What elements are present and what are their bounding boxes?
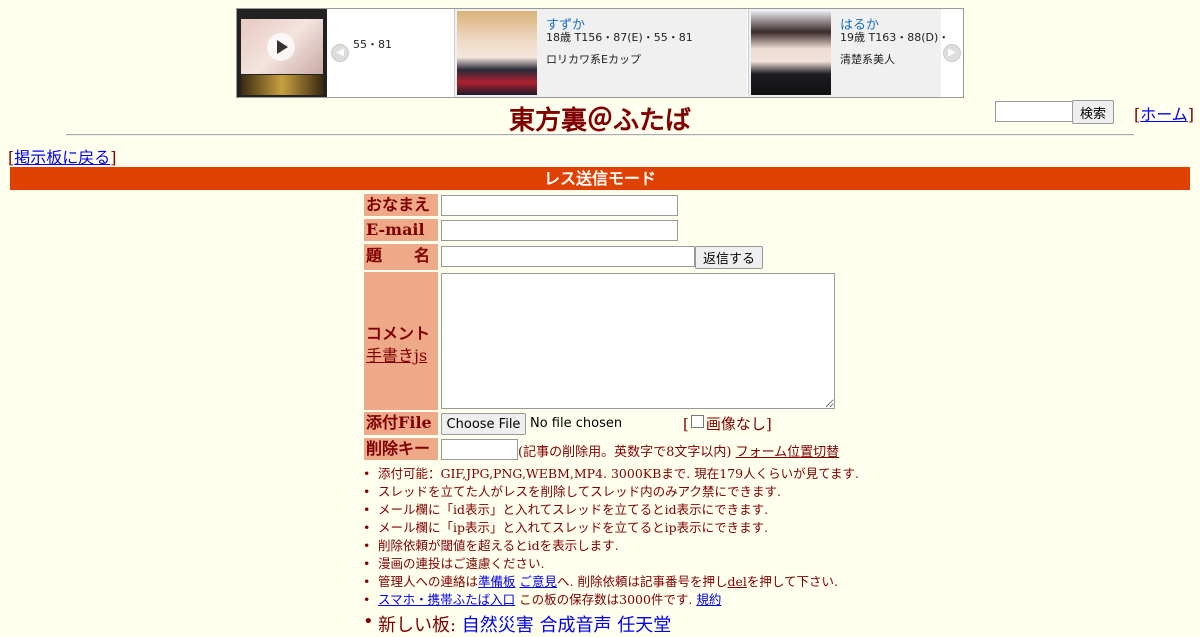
comment-label-cell: コメント 手書きjs (364, 272, 438, 410)
board-link[interactable]: 合成音声 (540, 615, 612, 636)
feedback-link[interactable]: ご意見 (520, 574, 558, 589)
admin-contact-middle: へ. 削除依頼は記事番号を押し (557, 574, 728, 589)
notice-list: 添付可能：GIF,JPG,PNG,WEBM,MP4. 3000KBまで. 現在1… (363, 465, 859, 609)
file-status: No file chosen (530, 416, 623, 431)
board-link[interactable]: 自然災害 (462, 615, 534, 636)
email-label: E-mail (364, 219, 438, 241)
back-to-board-link[interactable]: 掲示板に戻る (14, 148, 110, 167)
name-label: おなまえ (364, 194, 438, 216)
new-boards: 新しい板: 自然災害 合成音声 任天堂 (363, 611, 671, 637)
list-item: スレッドを立てた人がレスを削除してスレッド内のみアク禁にできます. (363, 483, 859, 501)
play-icon[interactable] (267, 33, 295, 61)
admin-contact-prefix: 管理人への連絡は (378, 574, 479, 589)
board-link[interactable]: 任天堂 (617, 615, 671, 636)
list-item: 削除依頼が閾値を超えるとidを表示します. (363, 537, 859, 555)
comment-textarea[interactable] (441, 273, 835, 409)
form-position-toggle-link[interactable]: フォーム位置切替 (736, 445, 840, 460)
mobile-item: スマホ・携帯ふたば入口 この板の保存数は3000件です. 規約 (363, 591, 859, 609)
delete-key-input[interactable] (441, 439, 518, 460)
list-item: 漫画の連投はご遠慮ください. (363, 555, 859, 573)
ad-item[interactable]: はるか 19歳 T163・88(D)・ 清楚系美人 (748, 9, 949, 97)
comment-label: コメント (366, 324, 431, 343)
archive-count-note: この板の保存数は3000件です. (515, 592, 697, 607)
ad-item-meta: 18歳 T156・87(E)・55・81 (546, 31, 693, 44)
rules-link[interactable]: 規約 (696, 592, 721, 607)
ad-item-desc: 清楚系美人 (840, 53, 895, 66)
name-input[interactable] (441, 195, 678, 216)
home-bracket-close: ] (1187, 105, 1195, 124)
ad-item-desc: ロリカワ系Eカップ (546, 53, 641, 66)
subject-label: 題 名 (364, 244, 438, 270)
chevron-right-icon[interactable]: ▶ (943, 44, 961, 62)
admin-contact-suffix: を押して下さい. (746, 574, 838, 589)
ad-logo (241, 75, 323, 95)
mobile-entry-link[interactable]: スマホ・携帯ふたば入口 (378, 592, 515, 607)
list-item: メール欄に「ip表示」と入れてスレッドを立てるとip表示にできます. (363, 519, 859, 537)
ad-photo (751, 11, 831, 95)
new-boards-label: 新しい板: (378, 615, 462, 636)
ad-item-meta: 19歳 T163・88(D)・ (840, 31, 950, 44)
ad-banner[interactable]: ◀ 55・81 すずか 18歳 T156・87(E)・55・81 ロリカワ系Eカ… (236, 8, 964, 98)
back-bracket-close: ] (110, 148, 117, 167)
no-image-option: [ 画像なし] (683, 413, 772, 434)
delete-key-label: 削除キー (364, 438, 438, 460)
submit-reply-button[interactable]: 返信する (695, 246, 763, 269)
delete-key-note: (記事の削除用。英数字で8文字以内) フォーム位置切替 (518, 441, 839, 460)
prep-board-link[interactable]: 準備板 (478, 574, 516, 589)
list-item: 添付可能：GIF,JPG,PNG,WEBM,MP4. 3000KBまで. 現在1… (363, 465, 859, 483)
search-input[interactable] (995, 101, 1073, 122)
delete-key-hint: (記事の削除用。英数字で8文字以内) (518, 445, 732, 460)
file-label: 添付File (364, 412, 438, 435)
home-nav: [ホーム] (1134, 101, 1194, 125)
no-image-label: 画像なし] (705, 415, 772, 433)
choose-file-button[interactable]: Choose File (441, 413, 526, 435)
reply-mode-bar: レス送信モード (10, 167, 1190, 190)
list-item: メール欄に「id表示」と入れてスレッドを立てるとid表示にできます. (363, 501, 859, 519)
handwrite-link[interactable]: 手書きjs (366, 342, 427, 366)
no-image-checkbox[interactable] (690, 415, 704, 428)
ad-partial-meta: 55・81 (353, 38, 392, 51)
search-button[interactable]: 検索 (1072, 100, 1114, 124)
ad-item[interactable]: すずか 18歳 T156・87(E)・55・81 ロリカワ系Eカップ (454, 9, 747, 97)
ad-photo (457, 11, 537, 95)
no-image-bracket: [ (683, 415, 689, 433)
home-link[interactable]: ホーム (1140, 105, 1188, 124)
ad-video-thumbnail[interactable] (237, 9, 327, 97)
admin-contact-item: 管理人への連絡は準備板 ご意見へ. 削除依頼は記事番号を押しdelを押して下さい… (363, 573, 859, 591)
email-input[interactable] (441, 220, 678, 241)
divider (66, 134, 1134, 136)
del-link[interactable]: del (727, 574, 746, 589)
chevron-left-icon[interactable]: ◀ (331, 44, 349, 62)
back-nav: [掲示板に戻る] (8, 144, 117, 168)
subject-input[interactable] (441, 246, 695, 267)
